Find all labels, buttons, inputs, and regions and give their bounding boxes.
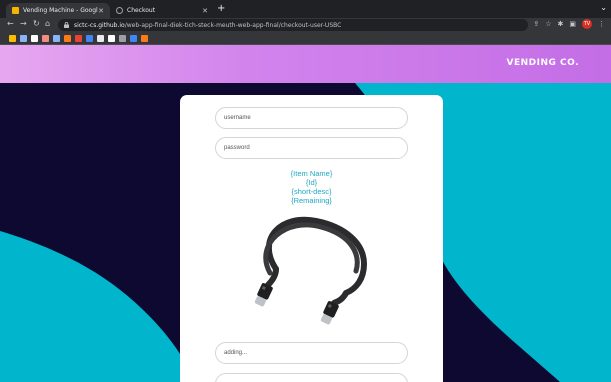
username-input[interactable]: username — [215, 107, 408, 129]
bookmark-favicon-icon[interactable] — [53, 34, 60, 42]
home-icon[interactable]: ⌂ — [45, 19, 50, 28]
tab-title: Vending Machine - Google Sli — [23, 7, 98, 14]
menu-kebab-icon[interactable]: ⋮ — [598, 20, 605, 28]
next-input[interactable] — [215, 373, 408, 382]
url-host: sictc-cs.github.io — [74, 21, 125, 29]
extensions-puzzle-icon[interactable]: ✱ — [558, 20, 564, 28]
back-arrow-icon[interactable]: ← — [7, 19, 14, 28]
page-viewport: VENDING CO. username password {Item Name… — [0, 45, 611, 382]
new-tab-plus-icon[interactable]: + — [217, 3, 225, 14]
brand-logo[interactable]: VENDING CO. — [507, 58, 580, 68]
slides-favicon-icon — [12, 7, 19, 14]
profile-avatar[interactable]: TV — [582, 19, 592, 29]
lock-icon — [64, 22, 69, 28]
bookmark-favicon-icon[interactable] — [75, 34, 82, 42]
toolbar-actions: ⇪ ☆ ✱ ▣ TV ⋮ — [533, 19, 605, 29]
bookmarks-bar — [0, 32, 611, 45]
checkout-card: username password {Item Name} {Id} {shor… — [180, 95, 443, 382]
bookmark-favicon-icon[interactable] — [130, 34, 137, 42]
bookmark-favicon-icon[interactable] — [86, 34, 93, 42]
password-placeholder: password — [224, 145, 250, 151]
bookmark-favicon-icon[interactable] — [9, 34, 16, 42]
username-placeholder: username — [224, 115, 251, 121]
close-tab-icon[interactable]: ✕ — [98, 7, 104, 15]
site-header: VENDING CO. — [0, 45, 611, 83]
bookmark-favicon-icon[interactable] — [20, 34, 27, 42]
password-input[interactable]: password — [215, 137, 408, 159]
bookmark-favicon-icon[interactable] — [42, 34, 49, 42]
bookmark-favicon-icon[interactable] — [108, 34, 115, 42]
adding-placeholder: adding... — [224, 350, 248, 356]
bookmark-favicon-icon[interactable] — [141, 34, 148, 42]
globe-favicon-icon — [116, 7, 123, 14]
item-name: {Item Name} — [290, 169, 333, 178]
url-path: /web-app-final-diek-tich-steck-meuth-web… — [124, 21, 342, 29]
bookmark-favicon-icon[interactable] — [119, 34, 126, 42]
browser-tab-strip: Vending Machine - Google Sli ✕ Checkout … — [0, 0, 611, 18]
tab-search-chevron-icon[interactable]: ⌄ — [600, 3, 607, 12]
forward-arrow-icon[interactable]: → — [20, 19, 27, 28]
tab-vending-machine-slides[interactable]: Vending Machine - Google Sli ✕ — [6, 3, 110, 18]
item-remaining: {Remaining} — [291, 196, 332, 205]
adding-input[interactable]: adding... — [215, 342, 408, 364]
address-bar[interactable]: sictc-cs.github.io/web-app-final-diek-ti… — [58, 19, 528, 31]
item-short-desc: {short-desc} — [291, 187, 332, 196]
close-tab-icon[interactable]: ✕ — [202, 7, 208, 15]
tab-checkout[interactable]: Checkout ✕ — [110, 3, 214, 18]
bookmark-favicon-icon[interactable] — [97, 34, 104, 42]
browser-toolbar: ← → ↻ ⌂ sictc-cs.github.io/web-app-final… — [0, 18, 611, 32]
tab-title: Checkout — [127, 7, 156, 14]
side-panel-icon[interactable]: ▣ — [569, 20, 576, 28]
usb-c-cable-icon — [254, 216, 368, 325]
share-icon[interactable]: ⇪ — [533, 20, 539, 28]
bookmark-favicon-icon[interactable] — [31, 34, 38, 42]
item-id: {Id} — [305, 178, 318, 187]
bookmark-star-icon[interactable]: ☆ — [545, 20, 551, 28]
reload-icon[interactable]: ↻ — [33, 19, 40, 28]
bookmark-favicon-icon[interactable] — [64, 34, 71, 42]
